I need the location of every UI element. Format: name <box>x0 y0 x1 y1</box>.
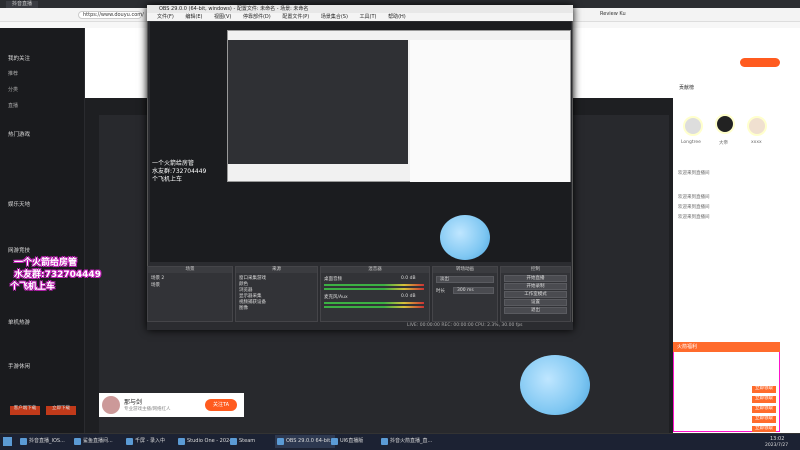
chat-message: 欢迎来到直播间 <box>678 205 710 210</box>
menu-tools[interactable]: 工具(T) <box>360 14 377 20</box>
claim-button[interactable]: 立即领取 <box>752 416 776 423</box>
exit-button[interactable]: 退出 <box>504 307 567 314</box>
settings-button[interactable]: 设置 <box>504 299 567 306</box>
browser-tab[interactable]: 抖音直播 <box>6 1 39 8</box>
follow-button[interactable]: 关注TA <box>205 399 237 411</box>
taskbar-date[interactable]: 2023/7/27 <box>765 443 788 448</box>
dock-title: 转场动画 <box>433 267 497 273</box>
browser-extension-label[interactable]: Review Ku <box>600 11 640 19</box>
obs-status-bar: LIVE: 00:00:00 REC: 00:00:00 CPU: 2.3%, … <box>147 322 573 330</box>
dock-title: 混音器 <box>321 267 429 273</box>
menu-scene-collection[interactable]: 场景集合(S) <box>321 14 348 20</box>
scenes-dock: 场景 场景 2 场景 <box>147 266 233 322</box>
start-icon[interactable] <box>3 437 12 446</box>
scene-item[interactable]: 场景 2 <box>151 275 164 281</box>
taskbar-item[interactable]: Steam <box>228 435 255 448</box>
claim-button[interactable]: 立即领取 <box>752 386 776 393</box>
transition-select[interactable]: 淡出 <box>436 276 494 283</box>
taskbar-item[interactable]: 千屏 - 录入中 <box>124 435 165 448</box>
taskbar-time[interactable]: 13:02 <box>770 436 784 442</box>
taskbar-item[interactable]: 抖音火箭直播_直... <box>379 435 432 448</box>
rank-avatar[interactable] <box>683 116 703 136</box>
volume-meter <box>324 284 424 286</box>
rank-name: xxxx <box>751 140 762 145</box>
rank-avatar[interactable] <box>747 116 767 136</box>
streamer-desc: 专业游戏主播/网络红人 <box>124 407 171 412</box>
menu-edit[interactable]: 编辑(E) <box>185 14 202 20</box>
rank-name: Longtree <box>681 140 701 145</box>
mascot-sticker <box>520 355 590 415</box>
menu-view[interactable]: 视图(V) <box>214 14 231 20</box>
taskbar-item[interactable]: 鲨鱼直播间... <box>72 435 113 448</box>
controls-dock: 控制 开始直播 开始录制 工作室模式 设置 退出 <box>500 266 571 322</box>
sidebar-item[interactable]: 热门游戏 <box>8 130 30 138</box>
stream-overlay-line: 个飞机上车 <box>10 282 56 292</box>
chat-message: 欢迎来到直播间 <box>678 215 710 220</box>
volume-meter <box>324 306 424 308</box>
obs-menu-bar: 文件(F) 编辑(E) 视图(V) 停靠部件(D) 配置文件(P) 场景集合(S… <box>147 13 573 21</box>
mixer-level: 0.0 dB <box>401 294 416 299</box>
claim-button[interactable]: 立即领取 <box>752 396 776 403</box>
taskbar-item[interactable]: 抖音直播_IOS... <box>18 435 65 448</box>
rank-title: 贡献榜 <box>679 85 695 91</box>
preview-overlay-text: 个飞机上车 <box>152 176 183 183</box>
mixer-track-label: 桌面音频 <box>324 277 342 282</box>
pc-download-button[interactable] <box>740 58 780 67</box>
rank-name: 大帝 <box>719 141 728 146</box>
duration-input[interactable]: 300 ms <box>453 287 494 294</box>
scene-item[interactable]: 场景 <box>151 282 160 288</box>
sidebar-item[interactable]: 直播 <box>8 102 18 109</box>
dock-title: 控制 <box>501 267 570 273</box>
taskbar-item[interactable]: Ul6直播版 <box>329 435 363 448</box>
streamer-name[interactable]: 那与剑 <box>124 397 142 406</box>
download-now-button[interactable]: 立即下载 <box>46 406 76 415</box>
mixer-dock: 混音器 桌面音频 0.0 dB 麦克风/Aux 0.0 dB <box>320 266 430 322</box>
dock-title: 场景 <box>148 267 232 273</box>
claim-button[interactable]: 立即领取 <box>752 406 776 413</box>
transitions-dock: 转场动画 淡出 时长 300 ms <box>432 266 498 322</box>
client-download-button[interactable]: 客户端下载 <box>10 406 40 415</box>
obs-status-text: LIVE: 00:00:00 REC: 00:00:00 CPU: 2.3%, … <box>407 323 523 328</box>
menu-help[interactable]: 帮助(H) <box>388 14 406 20</box>
chat-message: 欢迎来到直播间 <box>678 195 710 200</box>
dock-title: 来源 <box>236 267 317 273</box>
sidebar-item[interactable]: 分类 <box>8 86 18 93</box>
source-item[interactable]: 图像 <box>239 305 248 311</box>
menu-file[interactable]: 文件(F) <box>157 14 174 20</box>
mixer-track-label: 麦克风/Aux <box>324 295 348 300</box>
obs-title-bar: OBS 29.0.0 (64-bit, windows) - 配置文件: 未命名… <box>147 5 573 13</box>
sources-dock: 来源 窗口采集游戏 颜色 浏览器 显示器采集 视频捕获设备 图像 <box>235 266 318 322</box>
nested-obs-preview <box>228 40 408 164</box>
menu-profile[interactable]: 配置文件(P) <box>282 14 309 20</box>
taskbar-item[interactable]: OBS 29.0.0 64-bit... <box>275 435 335 448</box>
sidebar-item[interactable]: 手游休闲 <box>8 362 30 370</box>
sidebar-item[interactable]: 网游竞技 <box>8 246 30 254</box>
sidebar-item[interactable]: 我的关注 <box>8 54 30 62</box>
claim-button[interactable]: 立即领取 <box>752 426 776 432</box>
left-sidebar: 我的关注 推荐 分类 直播 热门游戏 娱乐天地 网游竞技 单机热游 手游休闲 客… <box>0 28 85 433</box>
start-recording-button[interactable]: 开始录制 <box>504 283 567 290</box>
studio-mode-button[interactable]: 工作室模式 <box>504 291 567 298</box>
chat-message: 欢迎来到直播间 <box>678 171 710 176</box>
mascot-sticker <box>440 215 490 260</box>
menu-docks[interactable]: 停靠部件(D) <box>243 14 271 20</box>
start-streaming-button[interactable]: 开始直播 <box>504 275 567 282</box>
mixer-level: 0.0 dB <box>401 276 416 281</box>
sidebar-item[interactable]: 单机热游 <box>8 318 30 326</box>
volume-meter <box>324 288 424 290</box>
sidebar-item[interactable]: 娱乐天地 <box>8 200 30 208</box>
address-bar[interactable]: https://www.douyu.com/ <box>78 11 144 19</box>
volume-meter <box>324 302 424 304</box>
rank-avatar[interactable] <box>715 114 735 134</box>
duration-label: 时长 <box>436 289 445 294</box>
streamer-avatar[interactable] <box>102 396 120 414</box>
sidebar-item[interactable]: 推荐 <box>8 70 18 77</box>
nested-site-panel <box>410 40 570 182</box>
gift-ad-header: 火箭福利 <box>673 342 780 352</box>
